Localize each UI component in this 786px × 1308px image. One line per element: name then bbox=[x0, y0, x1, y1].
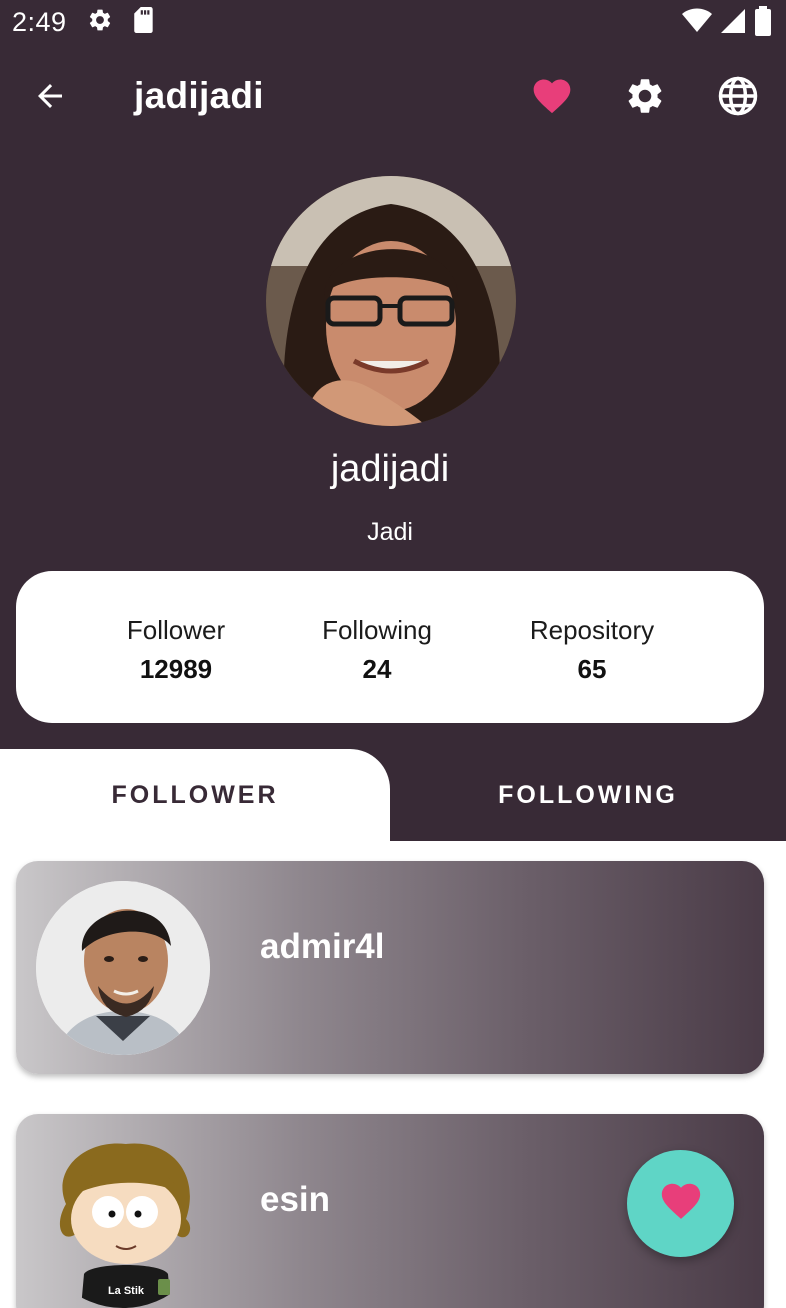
settings-icon bbox=[624, 75, 666, 122]
stat-repository: Repository 65 bbox=[516, 615, 668, 685]
svg-text:La Stik: La Stik bbox=[108, 1285, 145, 1297]
stat-label: Follower bbox=[126, 615, 226, 645]
user-avatar bbox=[36, 881, 210, 1055]
profile-username: jadijadi bbox=[330, 448, 450, 490]
user-username: admir4l bbox=[260, 927, 385, 966]
language-button[interactable] bbox=[710, 73, 766, 123]
list-item[interactable]: admir4l bbox=[16, 861, 764, 1074]
battery-icon bbox=[754, 6, 772, 41]
arrow-back-icon bbox=[32, 78, 68, 119]
profile-name: Jadi bbox=[367, 518, 413, 546]
status-time: 2:49 bbox=[12, 6, 67, 37]
stats-card: Follower 12989 Following 24 Repository 6… bbox=[16, 571, 764, 723]
stat-follower: Follower 12989 bbox=[116, 615, 236, 685]
app-bar-title: jadijadi bbox=[134, 75, 264, 116]
sd-card-icon bbox=[133, 6, 155, 38]
stat-label: Following bbox=[322, 615, 432, 645]
wifi-icon bbox=[682, 8, 712, 39]
favorite-button[interactable] bbox=[524, 73, 580, 123]
profile-avatar bbox=[266, 176, 516, 426]
favorite-icon bbox=[530, 74, 574, 123]
globe-icon bbox=[717, 75, 759, 122]
favorite-fab[interactable] bbox=[627, 1150, 734, 1257]
user-username: esin bbox=[260, 1180, 331, 1219]
signal-icon bbox=[720, 8, 746, 39]
back-button[interactable] bbox=[22, 73, 78, 123]
favorite-icon bbox=[658, 1178, 704, 1229]
stat-value: 24 bbox=[362, 654, 392, 684]
stat-following: Following 24 bbox=[312, 615, 442, 685]
stat-value: 12989 bbox=[139, 654, 213, 684]
user-avatar: La Stik bbox=[36, 1134, 210, 1308]
status-bar: 2:49 bbox=[0, 0, 786, 44]
tab-following[interactable]: FOLLOWING bbox=[390, 749, 786, 841]
tab-follower[interactable]: FOLLOWER bbox=[0, 749, 390, 841]
app-bar: jadijadi bbox=[0, 55, 786, 141]
settings-button[interactable] bbox=[617, 73, 673, 123]
stat-value: 65 bbox=[577, 654, 607, 684]
stat-label: Repository bbox=[529, 615, 655, 645]
profile-screen: 2:49 jadijadi jadijadi Jadi Follower 129… bbox=[0, 0, 786, 1308]
settings-icon bbox=[87, 7, 113, 38]
